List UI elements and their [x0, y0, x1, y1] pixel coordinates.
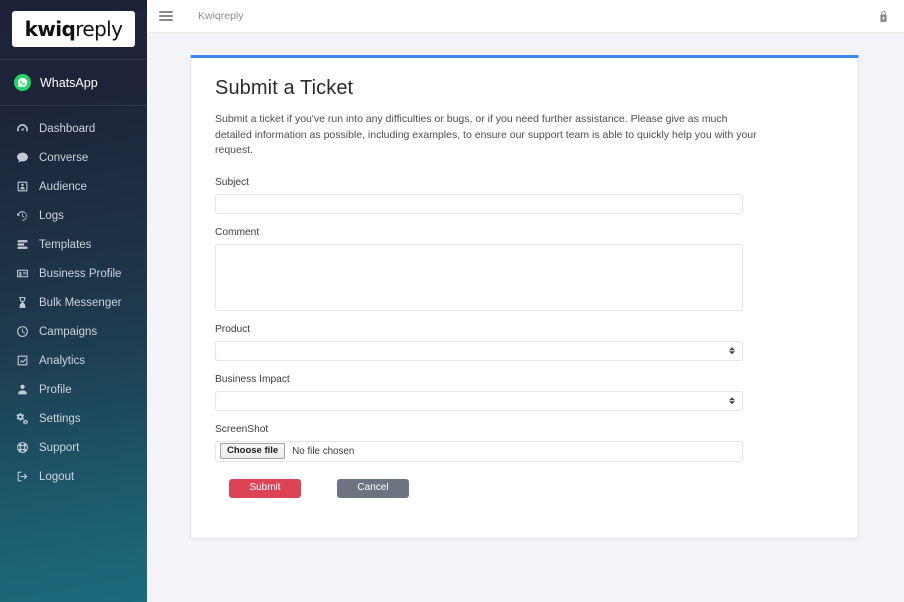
field-business-impact: Business Impact [215, 374, 834, 411]
sidebar-item-label: Profile [39, 383, 72, 396]
file-status-text: No file chosen [292, 445, 355, 457]
app-root: kwiqreply WhatsApp Dashboard Converse Au… [0, 0, 904, 602]
sidebar-item-logout[interactable]: Logout [0, 462, 147, 491]
field-screenshot: ScreenShot Choose file No file chosen [215, 424, 834, 462]
sidebar-item-analytics[interactable]: Analytics [0, 346, 147, 375]
comment-label: Comment [215, 226, 260, 238]
submit-button[interactable]: Submit [229, 478, 301, 498]
hourglass-icon [15, 296, 29, 310]
screenshot-label: ScreenShot [215, 423, 269, 435]
audience-card-icon [15, 180, 29, 194]
sidebar: kwiqreply WhatsApp Dashboard Converse Au… [0, 0, 147, 602]
templates-list-icon [15, 238, 29, 252]
sidebar-item-label: Settings [39, 412, 81, 425]
hamburger-line [159, 11, 173, 13]
sidebar-item-profile[interactable]: Profile [0, 375, 147, 404]
logo-text: kwiqreply [25, 17, 123, 41]
field-comment: Comment [215, 227, 834, 311]
product-select-wrap [215, 340, 743, 361]
sidebar-item-label: Support [39, 441, 80, 454]
sidebar-item-campaigns[interactable]: Campaigns [0, 317, 147, 346]
person-icon [15, 383, 29, 397]
dashboard-icon [15, 122, 29, 136]
submit-ticket-card: Submit a Ticket Submit a ticket if you'v… [190, 55, 859, 539]
sidebar-channel-label: WhatsApp [40, 75, 98, 90]
sidebar-item-settings[interactable]: Settings [0, 404, 147, 433]
sidebar-logo[interactable]: kwiqreply [0, 0, 147, 59]
cancel-button[interactable]: Cancel [337, 478, 409, 498]
sidebar-item-templates[interactable]: Templates [0, 230, 147, 259]
product-select[interactable] [215, 340, 743, 361]
sidebar-item-label: Analytics [39, 354, 86, 367]
id-card-icon [15, 267, 29, 281]
logo-secondary: reply [75, 17, 123, 41]
sidebar-nav: Dashboard Converse Audience Logs Templat… [0, 106, 147, 491]
sidebar-item-converse[interactable]: Converse [0, 143, 147, 172]
hamburger-icon[interactable] [156, 6, 176, 26]
sidebar-item-dashboard[interactable]: Dashboard [0, 114, 147, 143]
life-ring-icon [15, 441, 29, 455]
subject-label: Subject [215, 176, 249, 188]
clock-icon [15, 325, 29, 339]
sidebar-item-label: Audience [39, 180, 87, 193]
sidebar-item-label: Bulk Messenger [39, 296, 122, 309]
sidebar-item-logs[interactable]: Logs [0, 201, 147, 230]
sidebar-item-label: Templates [39, 238, 92, 251]
page-description: Submit a ticket if you've run into any d… [215, 113, 757, 157]
form-actions: Submit Cancel [215, 478, 834, 498]
sidebar-item-label: Converse [39, 151, 89, 164]
choose-file-button[interactable]: Choose file [220, 442, 286, 460]
hamburger-line [159, 19, 173, 21]
sidebar-item-support[interactable]: Support [0, 433, 147, 462]
sidebar-item-label: Business Profile [39, 267, 122, 280]
sidebar-channel-whatsapp[interactable]: WhatsApp [0, 59, 147, 106]
logout-icon [15, 470, 29, 484]
user-lock-icon[interactable] [877, 10, 890, 23]
field-product: Product [215, 324, 834, 361]
sidebar-item-label: Dashboard [39, 122, 96, 135]
chart-line-icon [15, 354, 29, 368]
business-impact-label: Business Impact [215, 373, 290, 385]
screenshot-file-input[interactable]: Choose file No file chosen [215, 440, 743, 462]
history-clock-icon [15, 209, 29, 223]
page-title: Submit a Ticket [215, 77, 354, 99]
subject-input[interactable] [215, 193, 743, 214]
sidebar-item-bulk-messenger[interactable]: Bulk Messenger [0, 288, 147, 317]
sidebar-item-label: Logout [39, 470, 75, 483]
sidebar-item-label: Logs [39, 209, 64, 222]
logo-box: kwiqreply [12, 11, 135, 47]
field-subject: Subject [215, 177, 834, 214]
topbar-brand: Kwiqreply [198, 10, 244, 22]
business-impact-select[interactable] [215, 390, 743, 411]
content-area: Submit a Ticket Submit a ticket if you'v… [147, 33, 904, 602]
chat-bubble-icon [15, 151, 29, 165]
top-bar: Kwiqreply [147, 0, 904, 33]
hamburger-line [159, 15, 173, 17]
gears-icon [15, 412, 29, 426]
business-impact-select-wrap [215, 390, 743, 411]
sidebar-item-label: Campaigns [39, 325, 98, 338]
sidebar-item-business-profile[interactable]: Business Profile [0, 259, 147, 288]
logo-primary: kwiq [24, 17, 76, 41]
main-area: Kwiqreply Submit a Ticket Submit a ticke… [147, 0, 904, 602]
product-label: Product [215, 323, 251, 335]
comment-textarea[interactable] [215, 243, 743, 311]
whatsapp-icon [14, 74, 31, 91]
sidebar-item-audience[interactable]: Audience [0, 172, 147, 201]
